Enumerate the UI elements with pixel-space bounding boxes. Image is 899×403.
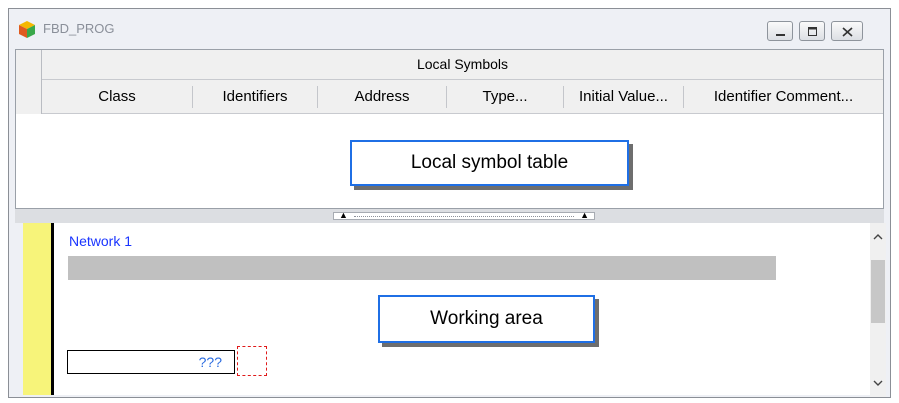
network-comment-field[interactable] [68,256,776,280]
fbd-prog-window: FBD_PROG Local Symbols Class Identifiers [8,8,891,398]
column-class[interactable]: Class [42,80,192,113]
vertical-scrollbar[interactable] [870,223,886,397]
fbd-input-field[interactable]: ??? [67,350,235,374]
caret-up-icon[interactable]: ▲ [339,210,348,220]
caret-up-icon[interactable]: ▲ [580,210,589,220]
fbd-block-placeholder[interactable] [237,346,267,376]
column-identifier-comment[interactable]: Identifier Comment... [684,80,883,113]
maximize-icon [808,27,817,36]
minimize-button[interactable] [767,21,793,41]
close-icon [842,27,853,37]
power-rail [51,223,54,395]
network-label[interactable]: Network 1 [69,233,132,249]
minimize-icon [776,34,785,36]
maximize-button[interactable] [799,21,825,41]
close-button[interactable] [831,21,863,41]
window-title: FBD_PROG [43,21,115,36]
column-initial-value[interactable]: Initial Value... [564,80,683,113]
title-bar[interactable]: FBD_PROG [9,9,890,49]
fbd-input-value: ??? [198,354,222,370]
chevron-up-icon[interactable] [872,231,884,243]
splitter-handle[interactable]: ▲ ▲ [333,210,595,220]
column-identifiers[interactable]: Identifiers [193,80,317,113]
row-header-gutter [16,50,42,114]
working-area[interactable]: Network 1 ??? Working area [23,223,870,395]
column-address[interactable]: Address [318,80,446,113]
column-header-row: Class Identifiers Address Type... Initia… [42,80,883,114]
splitter-grip [354,216,574,217]
cube-icon [17,19,37,39]
local-symbols-banner: Local Symbols [42,50,883,80]
local-symbol-table-callout: Local symbol table [350,140,629,186]
scroll-thumb[interactable] [871,260,885,323]
local-symbol-table: Local Symbols Class Identifiers Address … [15,49,884,209]
column-type[interactable]: Type... [447,80,563,113]
pane-splitter[interactable]: ▲ ▲ [15,209,884,223]
chevron-down-icon[interactable] [872,377,884,389]
working-area-callout: Working area [378,295,595,343]
network-rail [23,223,51,395]
